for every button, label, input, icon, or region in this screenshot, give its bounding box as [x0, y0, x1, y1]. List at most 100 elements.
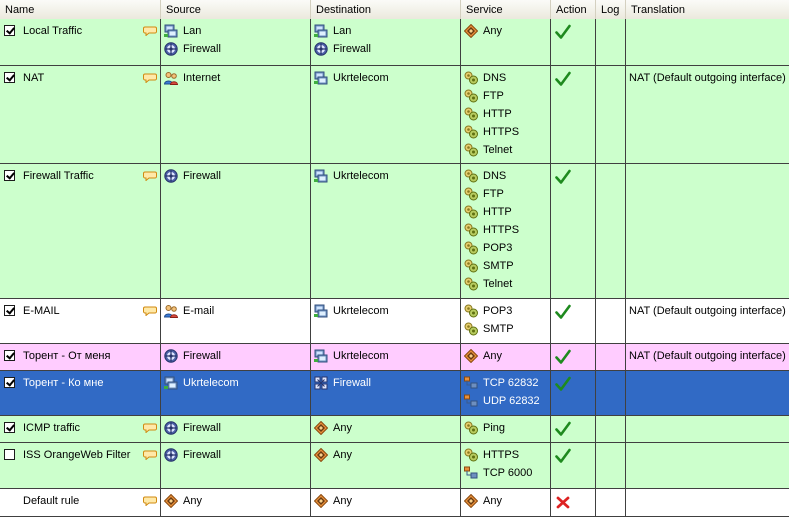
rule-log-cell[interactable]	[596, 416, 626, 442]
column-header-name[interactable]: Name	[0, 0, 161, 19]
rule-name-cell[interactable]: NAT	[0, 66, 161, 163]
service-item[interactable]: SMTP	[464, 321, 514, 337]
rule-translation-cell[interactable]: NAT (Default outgoing interface)	[626, 344, 789, 370]
service-item[interactable]: Any	[463, 493, 502, 509]
rule-log-cell[interactable]	[596, 19, 626, 65]
rule-service-cell[interactable]: DNS FTP HTTP HTTPS Telnet	[461, 66, 551, 163]
rule-row-torrent-to-me[interactable]: Торент - Ко мне Ukrtelecom Firewall TCP 628…	[0, 371, 789, 416]
rule-log-cell[interactable]	[596, 443, 626, 488]
column-header-destination[interactable]: Destination	[311, 0, 461, 19]
destination-item[interactable]: Ukrtelecom	[314, 70, 389, 86]
destination-item[interactable]: Firewall	[314, 375, 371, 391]
column-header-source[interactable]: Source	[161, 0, 311, 19]
service-item[interactable]: TCP 62832	[464, 375, 538, 391]
rule-name-cell[interactable]: Firewall Traffic	[0, 164, 161, 298]
service-item[interactable]: DNS	[464, 168, 506, 184]
allow-checkmark-icon[interactable]	[555, 376, 571, 392]
rule-action-cell[interactable]	[551, 299, 596, 343]
rule-enabled-checkbox[interactable]	[4, 25, 15, 36]
destination-item[interactable]: Any	[313, 420, 352, 436]
rule-name-cell[interactable]: Торент - От меня	[0, 344, 161, 370]
allow-checkmark-icon[interactable]	[555, 71, 571, 87]
rule-service-cell[interactable]: Any	[461, 344, 551, 370]
rule-row-firewall-traffic[interactable]: Firewall Traffic Firewall Ukrtelecom DNS FTP…	[0, 164, 789, 299]
comment-bubble-icon[interactable]	[143, 26, 157, 37]
rule-log-cell[interactable]	[596, 371, 626, 415]
source-item[interactable]: Firewall	[164, 168, 221, 184]
rule-log-cell[interactable]	[596, 344, 626, 370]
rule-row-default-rule[interactable]: Default rule Any Any Any	[0, 489, 789, 517]
service-item[interactable]: HTTPS	[464, 222, 519, 238]
rule-name-cell[interactable]: Торент - Ко мне	[0, 371, 161, 415]
rule-action-cell[interactable]	[551, 416, 596, 442]
rule-enabled-checkbox[interactable]	[4, 377, 15, 388]
rule-source-cell[interactable]: Lan Firewall	[161, 19, 311, 65]
rule-source-cell[interactable]: Firewall	[161, 344, 311, 370]
service-item[interactable]: POP3	[464, 240, 512, 256]
service-item[interactable]: UDP 62832	[464, 393, 540, 409]
allow-checkmark-icon[interactable]	[555, 349, 571, 365]
rule-action-cell[interactable]	[551, 344, 596, 370]
rule-enabled-checkbox[interactable]	[4, 422, 15, 433]
rule-name-cell[interactable]: Default rule	[0, 489, 161, 516]
rule-row-icmp-traffic[interactable]: ICMP traffic Firewall Any Ping	[0, 416, 789, 443]
destination-item[interactable]: Ukrtelecom	[314, 303, 389, 319]
rule-row-nat[interactable]: NAT Internet Ukrtelecom DNS FTP HTTP HTTPS Teln…	[0, 66, 789, 164]
service-item[interactable]: HTTP	[464, 204, 512, 220]
rule-enabled-checkbox[interactable]	[4, 72, 15, 83]
column-header-translation[interactable]: Translation	[626, 0, 789, 19]
service-item[interactable]: HTTPS	[464, 447, 519, 463]
rule-action-cell[interactable]	[551, 66, 596, 163]
rule-translation-cell[interactable]	[626, 416, 789, 442]
rule-enabled-checkbox[interactable]	[4, 449, 15, 460]
column-header-service[interactable]: Service	[461, 0, 551, 19]
service-item[interactable]: TCP 6000	[464, 465, 532, 481]
rule-service-cell[interactable]: Ping	[461, 416, 551, 442]
comment-bubble-icon[interactable]	[143, 450, 157, 461]
service-item[interactable]: FTP	[464, 88, 504, 104]
service-item[interactable]: POP3	[464, 303, 512, 319]
column-header-log[interactable]: Log	[596, 0, 626, 19]
source-item[interactable]: Any	[163, 493, 202, 509]
rule-name-cell[interactable]: ICMP traffic	[0, 416, 161, 442]
service-item[interactable]: Telnet	[464, 276, 512, 292]
rule-service-cell[interactable]: Any	[461, 19, 551, 65]
rule-log-cell[interactable]	[596, 66, 626, 163]
rule-enabled-checkbox[interactable]	[4, 350, 15, 361]
rule-source-cell[interactable]: Firewall	[161, 416, 311, 442]
allow-checkmark-icon[interactable]	[555, 448, 571, 464]
rule-service-cell[interactable]: Any	[461, 489, 551, 516]
rule-row-local-traffic[interactable]: Local Traffic Lan Firewall Lan Firewall Any	[0, 19, 789, 66]
destination-item[interactable]: Ukrtelecom	[314, 168, 389, 184]
source-item[interactable]: Firewall	[164, 447, 221, 463]
source-item[interactable]: Firewall	[164, 41, 221, 57]
rule-translation-cell[interactable]	[626, 19, 789, 65]
rule-row-torrent-from-me[interactable]: Торент - От меня Firewall Ukrtelecom Any NAT…	[0, 344, 789, 371]
rule-translation-cell[interactable]	[626, 489, 789, 516]
rule-service-cell[interactable]: TCP 62832 UDP 62832	[461, 371, 551, 415]
rule-name-cell[interactable]: E-MAIL	[0, 299, 161, 343]
source-item[interactable]: Internet	[163, 70, 220, 86]
source-item[interactable]: Firewall	[164, 348, 221, 364]
rule-action-cell[interactable]	[551, 371, 596, 415]
rule-action-cell[interactable]	[551, 489, 596, 516]
source-item[interactable]: Ukrtelecom	[164, 375, 239, 391]
service-item[interactable]: Any	[463, 23, 502, 39]
rule-enabled-checkbox[interactable]	[4, 170, 15, 181]
rule-action-cell[interactable]	[551, 443, 596, 488]
service-item[interactable]: HTTPS	[464, 124, 519, 140]
rule-row-iss-orangeweb-filter[interactable]: ISS OrangeWeb Filter Firewall Any HTTPS TCP …	[0, 443, 789, 489]
block-cross-icon[interactable]	[555, 494, 571, 510]
rule-translation-cell[interactable]: NAT (Default outgoing interface)	[626, 299, 789, 343]
comment-bubble-icon[interactable]	[143, 306, 157, 317]
rule-source-cell[interactable]: Firewall	[161, 443, 311, 488]
service-item[interactable]: FTP	[464, 186, 504, 202]
rule-service-cell[interactable]: HTTPS TCP 6000	[461, 443, 551, 488]
comment-bubble-icon[interactable]	[143, 73, 157, 84]
rule-destination-cell[interactable]: Any	[311, 416, 461, 442]
rule-destination-cell[interactable]: Ukrtelecom	[311, 299, 461, 343]
allow-checkmark-icon[interactable]	[555, 24, 571, 40]
comment-bubble-icon[interactable]	[143, 423, 157, 434]
source-item[interactable]: Firewall	[164, 420, 221, 436]
rule-name-cell[interactable]: Local Traffic	[0, 19, 161, 65]
